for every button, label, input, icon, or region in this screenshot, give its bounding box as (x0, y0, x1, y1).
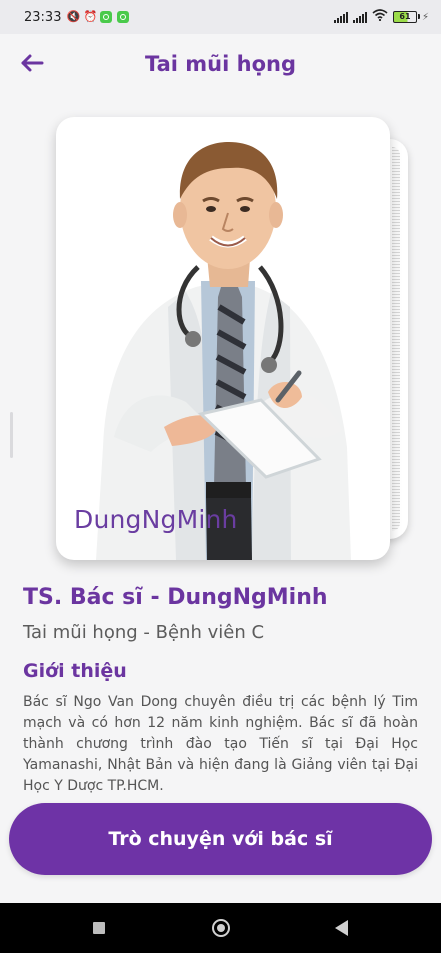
signal-icon (352, 11, 367, 23)
doctor-card[interactable]: DungNgMinh (56, 117, 390, 560)
doctor-watermark: DungNgMinh (74, 505, 238, 534)
app-icon (117, 11, 130, 23)
doctor-photo (96, 142, 351, 560)
back-button[interactable] (18, 48, 48, 78)
home-button[interactable] (199, 908, 243, 948)
intro-text: Bác sĩ Ngo Van Dong chuyên điều trị các … (23, 694, 418, 794)
wifi-icon (372, 9, 388, 25)
status-bar: 23:33 🔇 ⏰ 61 ⚡ (0, 0, 441, 34)
page-title: Tai mũi họng (145, 52, 296, 76)
back-icon (335, 920, 349, 936)
doctor-specialty: Tai mũi họng - Bệnh viên C (23, 622, 265, 643)
battery-icon: 61 (392, 11, 420, 23)
navigation-bar (0, 903, 441, 953)
screen: 23:33 🔇 ⏰ 61 ⚡ Tai mũi họng DungNgMinh T… (0, 0, 441, 953)
app-icon (100, 11, 113, 23)
header: Tai mũi họng (0, 34, 441, 94)
status-right: 61 ⚡ (333, 9, 429, 25)
signal-icon (333, 11, 348, 23)
alarm-icon: ⏰ (83, 10, 98, 23)
intro-heading: Giới thiệu (23, 660, 127, 682)
back-arrow-icon (21, 54, 44, 72)
doctor-name: TS. Bác sĩ - DungNgMinh (23, 585, 328, 610)
doctor-card-stack: DungNgMinh (56, 117, 416, 562)
recents-icon (93, 922, 106, 934)
system-back-button[interactable] (320, 908, 364, 948)
edge-handle (10, 412, 13, 458)
charging-icon: ⚡ (421, 11, 429, 23)
mute-icon: 🔇 (66, 10, 81, 23)
status-time: 23:33 (24, 9, 62, 25)
status-left: 23:33 🔇 ⏰ (24, 9, 130, 25)
recents-button[interactable] (77, 908, 121, 948)
chat-with-doctor-button[interactable]: Trò chuyện với bác sĩ (9, 803, 432, 875)
home-icon (211, 919, 230, 937)
